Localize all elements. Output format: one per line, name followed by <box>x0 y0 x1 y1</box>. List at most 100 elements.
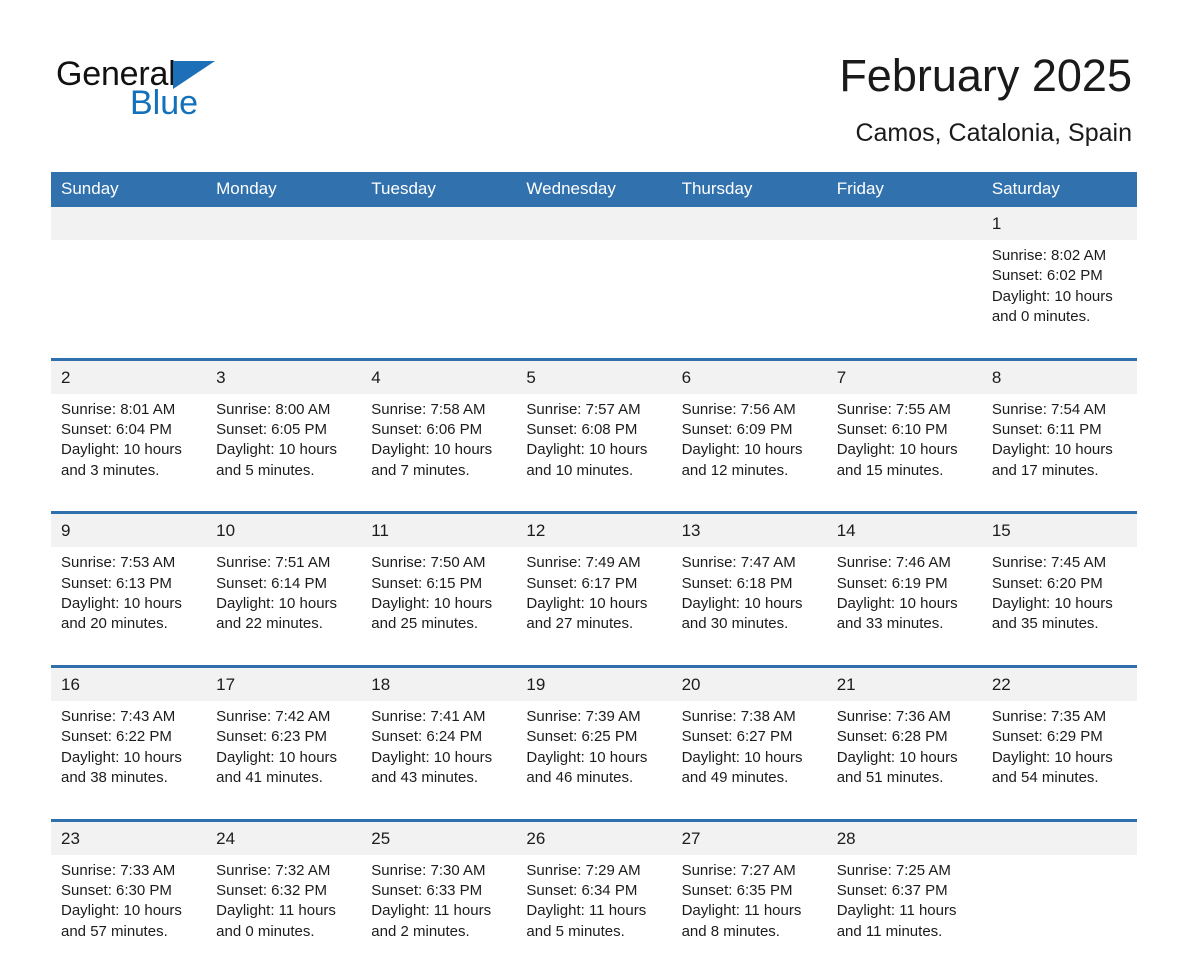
day-cell-18[interactable]: Sunrise: 7:41 AMSunset: 6:24 PMDaylight:… <box>361 701 516 819</box>
daylight-text-line1: Daylight: 11 hours <box>837 901 974 921</box>
day-cell-13[interactable]: Sunrise: 7:47 AMSunset: 6:18 PMDaylight:… <box>672 547 827 665</box>
day-cell-21[interactable]: Sunrise: 7:36 AMSunset: 6:28 PMDaylight:… <box>827 701 982 819</box>
day-number-27[interactable]: 27 <box>672 822 827 855</box>
day-number-5[interactable]: 5 <box>516 361 671 394</box>
day-number-11[interactable]: 11 <box>361 514 516 547</box>
day-number-13[interactable]: 13 <box>672 514 827 547</box>
daylight-text-line1: Daylight: 10 hours <box>216 594 353 614</box>
day-cell-6[interactable]: Sunrise: 7:56 AMSunset: 6:09 PMDaylight:… <box>672 394 827 512</box>
day-number-22[interactable]: 22 <box>982 668 1137 701</box>
daylight-text-line1: Daylight: 10 hours <box>371 440 508 460</box>
day-number-19[interactable]: 19 <box>516 668 671 701</box>
day-number-2[interactable]: 2 <box>51 361 206 394</box>
day-cell-5[interactable]: Sunrise: 7:57 AMSunset: 6:08 PMDaylight:… <box>516 394 671 512</box>
daylight-text-line1: Daylight: 10 hours <box>371 748 508 768</box>
daylight-text-line2: and 22 minutes. <box>216 614 353 634</box>
sunset-text: Sunset: 6:17 PM <box>526 574 663 594</box>
location-subtitle: Camos, Catalonia, Spain <box>839 116 1132 150</box>
day-cell-14[interactable]: Sunrise: 7:46 AMSunset: 6:19 PMDaylight:… <box>827 547 982 665</box>
daylight-text-line2: and 54 minutes. <box>992 768 1129 788</box>
day-cell-28[interactable]: Sunrise: 7:25 AMSunset: 6:37 PMDaylight:… <box>827 855 982 972</box>
weekday-header-row: Sunday Monday Tuesday Wednesday Thursday… <box>51 172 1137 207</box>
sunset-text: Sunset: 6:24 PM <box>371 727 508 747</box>
day-number-3[interactable]: 3 <box>206 361 361 394</box>
day-cell-9[interactable]: Sunrise: 7:53 AMSunset: 6:13 PMDaylight:… <box>51 547 206 665</box>
day-number-6[interactable]: 6 <box>672 361 827 394</box>
sunset-text: Sunset: 6:22 PM <box>61 727 198 747</box>
sunrise-text: Sunrise: 7:57 AM <box>526 400 663 420</box>
daylight-text-line1: Daylight: 10 hours <box>992 594 1129 614</box>
day-cell-1[interactable]: Sunrise: 8:02 AMSunset: 6:02 PMDaylight:… <box>982 240 1137 358</box>
sunrise-text: Sunrise: 7:25 AM <box>837 861 974 881</box>
day-detail-row: Sunrise: 7:33 AMSunset: 6:30 PMDaylight:… <box>51 855 1137 972</box>
day-number-4[interactable]: 4 <box>361 361 516 394</box>
day-cell-24[interactable]: Sunrise: 7:32 AMSunset: 6:32 PMDaylight:… <box>206 855 361 972</box>
day-cell-11[interactable]: Sunrise: 7:50 AMSunset: 6:15 PMDaylight:… <box>361 547 516 665</box>
day-number-8[interactable]: 8 <box>982 361 1137 394</box>
day-cell-2[interactable]: Sunrise: 8:01 AMSunset: 6:04 PMDaylight:… <box>51 394 206 512</box>
day-number-20[interactable]: 20 <box>672 668 827 701</box>
day-cell-8[interactable]: Sunrise: 7:54 AMSunset: 6:11 PMDaylight:… <box>982 394 1137 512</box>
day-number-12[interactable]: 12 <box>516 514 671 547</box>
daylight-text-line2: and 10 minutes. <box>526 461 663 481</box>
calendar-table: Sunday Monday Tuesday Wednesday Thursday… <box>51 172 1137 972</box>
daylight-text-line2: and 0 minutes. <box>216 922 353 942</box>
daylight-text-line1: Daylight: 10 hours <box>682 440 819 460</box>
day-cell-22[interactable]: Sunrise: 7:35 AMSunset: 6:29 PMDaylight:… <box>982 701 1137 819</box>
sunrise-text: Sunrise: 7:29 AM <box>526 861 663 881</box>
day-cell-20[interactable]: Sunrise: 7:38 AMSunset: 6:27 PMDaylight:… <box>672 701 827 819</box>
sunset-text: Sunset: 6:05 PM <box>216 420 353 440</box>
day-number-18[interactable]: 18 <box>361 668 516 701</box>
sunrise-text: Sunrise: 7:55 AM <box>837 400 974 420</box>
day-cell-empty <box>516 240 671 358</box>
day-number-10[interactable]: 10 <box>206 514 361 547</box>
day-cell-17[interactable]: Sunrise: 7:42 AMSunset: 6:23 PMDaylight:… <box>206 701 361 819</box>
daylight-text-line2: and 20 minutes. <box>61 614 198 634</box>
day-number-14[interactable]: 14 <box>827 514 982 547</box>
daylight-text-line1: Daylight: 10 hours <box>371 594 508 614</box>
day-cell-4[interactable]: Sunrise: 7:58 AMSunset: 6:06 PMDaylight:… <box>361 394 516 512</box>
day-cell-26[interactable]: Sunrise: 7:29 AMSunset: 6:34 PMDaylight:… <box>516 855 671 972</box>
day-number-9[interactable]: 9 <box>51 514 206 547</box>
daylight-text-line2: and 46 minutes. <box>526 768 663 788</box>
day-cell-27[interactable]: Sunrise: 7:27 AMSunset: 6:35 PMDaylight:… <box>672 855 827 972</box>
weekday-header-tuesday: Tuesday <box>361 172 516 207</box>
day-cell-7[interactable]: Sunrise: 7:55 AMSunset: 6:10 PMDaylight:… <box>827 394 982 512</box>
sunrise-text: Sunrise: 7:35 AM <box>992 707 1129 727</box>
sunset-text: Sunset: 6:02 PM <box>992 266 1129 286</box>
daylight-text-line2: and 35 minutes. <box>992 614 1129 634</box>
day-number-1[interactable]: 1 <box>982 207 1137 240</box>
daylight-text-line1: Daylight: 10 hours <box>682 594 819 614</box>
sunrise-text: Sunrise: 7:41 AM <box>371 707 508 727</box>
day-cell-16[interactable]: Sunrise: 7:43 AMSunset: 6:22 PMDaylight:… <box>51 701 206 819</box>
day-number-15[interactable]: 15 <box>982 514 1137 547</box>
sunrise-text: Sunrise: 7:47 AM <box>682 553 819 573</box>
day-cell-12[interactable]: Sunrise: 7:49 AMSunset: 6:17 PMDaylight:… <box>516 547 671 665</box>
day-number-25[interactable]: 25 <box>361 822 516 855</box>
day-number-17[interactable]: 17 <box>206 668 361 701</box>
sunset-text: Sunset: 6:04 PM <box>61 420 198 440</box>
day-number-7[interactable]: 7 <box>827 361 982 394</box>
daylight-text-line2: and 2 minutes. <box>371 922 508 942</box>
daylight-text-line1: Daylight: 11 hours <box>682 901 819 921</box>
day-number-28[interactable]: 28 <box>827 822 982 855</box>
sunrise-text: Sunrise: 7:58 AM <box>371 400 508 420</box>
daylight-text-line2: and 15 minutes. <box>837 461 974 481</box>
sunset-text: Sunset: 6:19 PM <box>837 574 974 594</box>
day-cell-19[interactable]: Sunrise: 7:39 AMSunset: 6:25 PMDaylight:… <box>516 701 671 819</box>
day-cell-15[interactable]: Sunrise: 7:45 AMSunset: 6:20 PMDaylight:… <box>982 547 1137 665</box>
daylight-text-line2: and 33 minutes. <box>837 614 974 634</box>
day-cell-25[interactable]: Sunrise: 7:30 AMSunset: 6:33 PMDaylight:… <box>361 855 516 972</box>
calendar-body: 1Sunrise: 8:02 AMSunset: 6:02 PMDaylight… <box>51 207 1137 972</box>
daylight-text-line2: and 51 minutes. <box>837 768 974 788</box>
day-cell-10[interactable]: Sunrise: 7:51 AMSunset: 6:14 PMDaylight:… <box>206 547 361 665</box>
day-cell-23[interactable]: Sunrise: 7:33 AMSunset: 6:30 PMDaylight:… <box>51 855 206 972</box>
daylight-text-line2: and 12 minutes. <box>682 461 819 481</box>
day-number-26[interactable]: 26 <box>516 822 671 855</box>
sunset-text: Sunset: 6:27 PM <box>682 727 819 747</box>
day-cell-3[interactable]: Sunrise: 8:00 AMSunset: 6:05 PMDaylight:… <box>206 394 361 512</box>
day-number-16[interactable]: 16 <box>51 668 206 701</box>
day-number-21[interactable]: 21 <box>827 668 982 701</box>
day-number-23[interactable]: 23 <box>51 822 206 855</box>
day-number-24[interactable]: 24 <box>206 822 361 855</box>
